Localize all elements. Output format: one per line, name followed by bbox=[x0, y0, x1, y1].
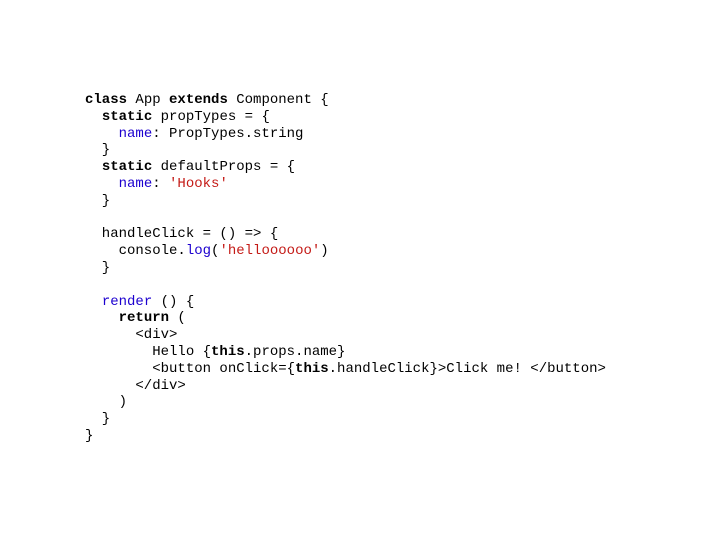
component-text: Component { bbox=[228, 92, 329, 108]
keyword-this: this bbox=[211, 344, 245, 360]
brace: } bbox=[85, 411, 110, 427]
colon: : bbox=[152, 176, 169, 192]
paren: ) bbox=[85, 394, 127, 410]
attr-name: name bbox=[119, 176, 153, 192]
defaultprops-text: defaultProps = { bbox=[152, 159, 295, 175]
hello-text: Hello { bbox=[85, 344, 211, 360]
code-block: class App extends Component { static pro… bbox=[0, 0, 720, 445]
proptypes-text: propTypes = { bbox=[152, 109, 270, 125]
proptypes-string: : PropTypes.string bbox=[152, 126, 303, 142]
keyword-extends: extends bbox=[169, 92, 228, 108]
keyword-static: static bbox=[102, 109, 152, 125]
fn-render: render bbox=[102, 294, 152, 310]
string-hooks: 'Hooks' bbox=[169, 176, 228, 192]
string-hello: 'helloooooo' bbox=[219, 243, 320, 259]
paren: ) bbox=[320, 243, 328, 259]
props-name: .props.name} bbox=[245, 344, 346, 360]
keyword-class: class bbox=[85, 92, 127, 108]
brace: } bbox=[85, 260, 110, 276]
brace: } bbox=[85, 142, 110, 158]
console-text: console. bbox=[85, 243, 186, 259]
div-close: </div> bbox=[85, 378, 186, 394]
class-name: App bbox=[127, 92, 169, 108]
handleclick-def: handleClick = () => { bbox=[85, 226, 278, 242]
brace: } bbox=[85, 193, 110, 209]
attr-name: name bbox=[119, 126, 153, 142]
button-open: <button onClick={ bbox=[85, 361, 295, 377]
keyword-static: static bbox=[102, 159, 152, 175]
render-paren: () { bbox=[152, 294, 194, 310]
keyword-return: return bbox=[119, 310, 169, 326]
handleclick-ref: .handleClick}>Click me! </button> bbox=[329, 361, 606, 377]
return-paren: ( bbox=[169, 310, 186, 326]
keyword-this: this bbox=[295, 361, 329, 377]
div-open: <div> bbox=[85, 327, 177, 343]
fn-log: log bbox=[186, 243, 211, 259]
brace: } bbox=[85, 428, 93, 444]
